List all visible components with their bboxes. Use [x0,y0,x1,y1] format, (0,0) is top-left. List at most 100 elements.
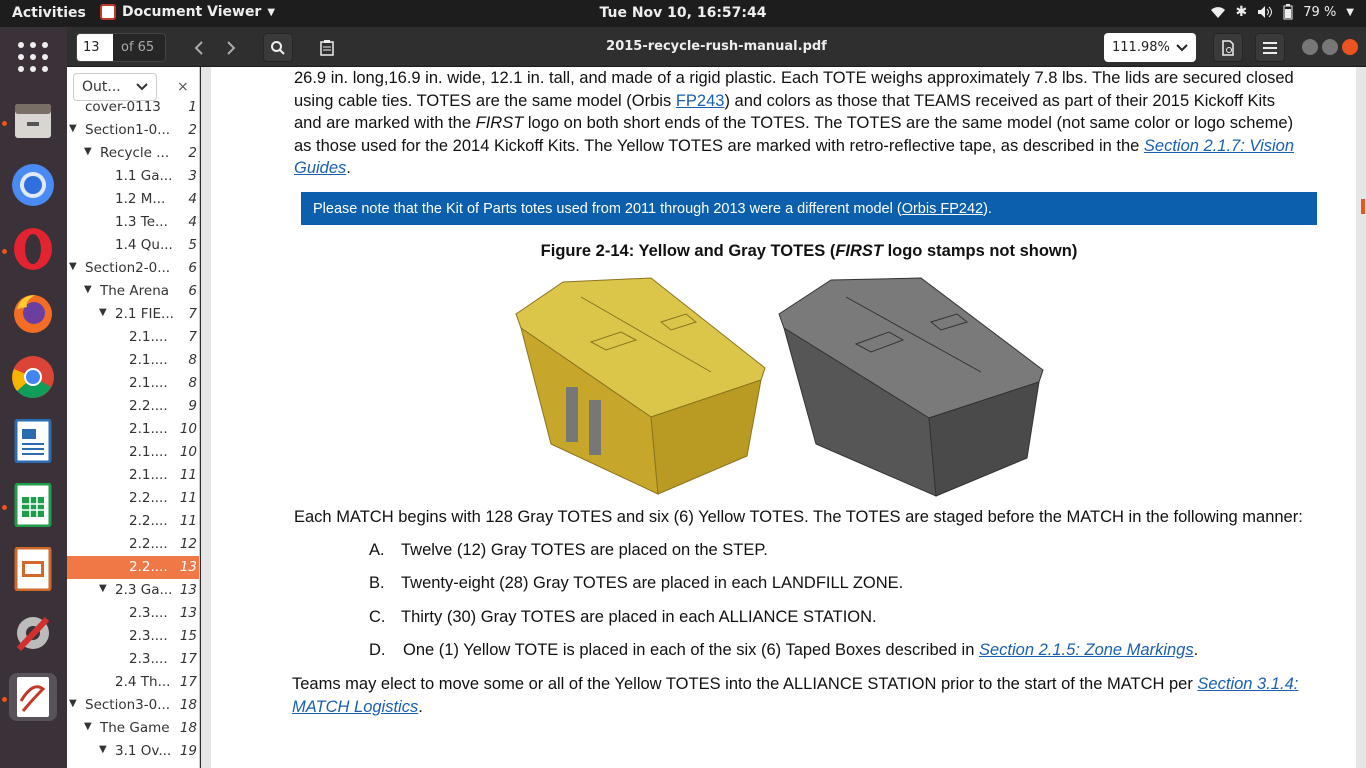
zone-markings-link[interactable]: Section 2.1.5: Zone Markings [979,641,1194,659]
outline-item-page: 1 [188,99,197,115]
maximize-button[interactable] [1322,39,1338,55]
dock-chromium[interactable] [9,161,57,209]
annotations-icon [320,39,334,56]
outline-item-label: 2.1.... [129,467,168,483]
page-selector[interactable]: 13 of 65 [76,33,166,62]
outline-item[interactable]: 2.2.... 12 [67,533,199,556]
annotations-button[interactable] [312,33,342,62]
dock-writer[interactable] [9,417,57,465]
app-menu[interactable]: Document Viewer ▼ [100,4,275,20]
system-tray[interactable]: ✱ 79 % ▼ [1210,4,1354,20]
dock-settings[interactable] [9,609,57,657]
outline-item[interactable]: 2.1.... 10 [67,441,199,464]
outline-item[interactable]: 1.1 Ga... 3 [67,165,199,188]
outline-item[interactable]: 2.1.... 8 [67,372,199,395]
close-sidebar-button[interactable]: × [177,79,189,95]
note-box: Please note that the Kit of Parts totes … [301,192,1317,225]
outline-item-page: 15 [179,628,197,644]
back-arrow-icon [194,40,203,55]
vision-guides-link-cont[interactable]: Guides [294,159,346,177]
dock-firefox[interactable] [9,289,57,337]
show-apps-button[interactable] [9,33,57,81]
expander-arrow-icon[interactable]: ▼ [99,307,107,318]
expander-arrow-icon[interactable]: ▼ [84,284,92,295]
scrollbar-indicator[interactable] [1361,199,1365,214]
outline-item[interactable]: ▼ The Game 18 [67,717,199,740]
dock-impress[interactable] [9,545,57,593]
outline-item[interactable]: 2.1.... 7 [67,326,199,349]
expander-arrow-icon[interactable]: ▼ [84,146,92,157]
expander-arrow-icon[interactable]: ▼ [69,698,77,709]
outline-item[interactable]: 2.2.... 11 [67,487,199,510]
outline-item[interactable]: 2.4 Th... 17 [67,671,199,694]
outline-item[interactable]: 2.2.... 13 [67,556,199,579]
paragraph-match-start: Each MATCH begins with 128 Gray TOTES an… [294,508,1303,526]
outline-item[interactable]: 2.2.... 9 [67,395,199,418]
match-logistics-link-cont[interactable]: MATCH Logistics [292,698,418,716]
page-count: of 65 [121,40,155,55]
outline-item[interactable]: 2.1.... 8 [67,349,199,372]
outline-tree: cover-0113 1 ▼ Section1-0... 2 ▼ Recycle ... 2 1… [67,96,199,763]
minimize-button[interactable] [1302,39,1318,55]
orbis-fp243-link[interactable]: FP243 [676,92,725,110]
outline-item-label: 2.1 FIE... [115,306,174,322]
outline-item-label: 2.2.... [129,559,168,575]
outline-item[interactable]: 2.3.... 17 [67,648,199,671]
outline-item-page: 10 [179,421,197,437]
search-button[interactable] [263,33,293,62]
document-view[interactable]: 26.9 in. long,16.9 in. wide, 12.1 in. ta… [201,67,1366,768]
outline-item[interactable]: 1.2 M... 4 [67,188,199,211]
outline-item-label: 2.3.... [129,628,168,644]
properties-button[interactable] [1213,33,1243,62]
writer-icon [14,419,52,463]
outline-item-label: Section1-0... [85,122,171,138]
app-name: Document Viewer [122,4,262,20]
expander-arrow-icon[interactable]: ▼ [69,261,77,272]
outline-item[interactable]: ▼ Section1-0... 2 [67,119,199,142]
expander-arrow-icon[interactable]: ▼ [69,123,77,134]
outline-item[interactable]: ▼ Section2-0... 6 [67,257,199,280]
previous-page-button[interactable] [184,33,214,62]
dock-chrome[interactable] [9,353,57,401]
outline-item[interactable]: 1.3 Te... 4 [67,211,199,234]
outline-item[interactable]: ▼ 3.1 Ov... 19 [67,740,199,763]
outline-item[interactable]: cover-0113 1 [67,96,199,119]
zoom-value: 111.98% [1112,40,1170,55]
opera-icon [14,228,52,270]
vision-guides-link[interactable]: Section 2.1.7: Vision [1144,137,1294,155]
outline-item[interactable]: ▼ Section3-0... 18 [67,694,199,717]
dock-calc[interactable] [9,481,57,529]
outline-item[interactable]: 2.3.... 15 [67,625,199,648]
outline-item[interactable]: ▼ Recycle ... 2 [67,142,199,165]
outline-item[interactable]: 2.3.... 13 [67,602,199,625]
match-logistics-link[interactable]: Section 3.1.4: [1197,675,1298,693]
dock-files[interactable] [9,97,57,145]
activities-button[interactable]: Activities [12,5,86,21]
totes-figure [515,277,1044,497]
zoom-selector[interactable]: 111.98% [1104,33,1196,62]
outline-item[interactable]: 1.4 Qu... 5 [67,234,199,257]
outline-item-label: Section2-0... [85,260,171,276]
main-menu-button[interactable] [1255,33,1285,62]
outline-item-label: 2.3.... [129,605,168,621]
outline-item-label: The Arena [100,283,170,299]
firefox-icon [14,295,52,333]
battery-icon [1283,4,1293,20]
expander-arrow-icon[interactable]: ▼ [99,744,107,755]
outline-item-page: 9 [188,398,197,414]
outline-item[interactable]: ▼ The Arena 6 [67,280,199,303]
orbis-fp242-link[interactable]: Orbis FP242 [902,201,983,217]
page-number-input[interactable]: 13 [77,34,113,61]
outline-item[interactable]: 2.2.... 11 [67,510,199,533]
outline-item[interactable]: 2.1.... 10 [67,418,199,441]
outline-item[interactable]: 2.1.... 11 [67,464,199,487]
dock-document-viewer[interactable] [9,673,57,721]
expander-arrow-icon[interactable]: ▼ [99,583,107,594]
dock-opera[interactable] [9,225,57,273]
outline-item[interactable]: ▼ 2.3 Ga... 13 [67,579,199,602]
outline-item[interactable]: ▼ 2.1 FIE... 7 [67,303,199,326]
next-page-button[interactable] [216,33,246,62]
close-button[interactable] [1342,39,1358,55]
expander-arrow-icon[interactable]: ▼ [84,721,92,732]
outline-item-page: 11 [179,490,197,506]
